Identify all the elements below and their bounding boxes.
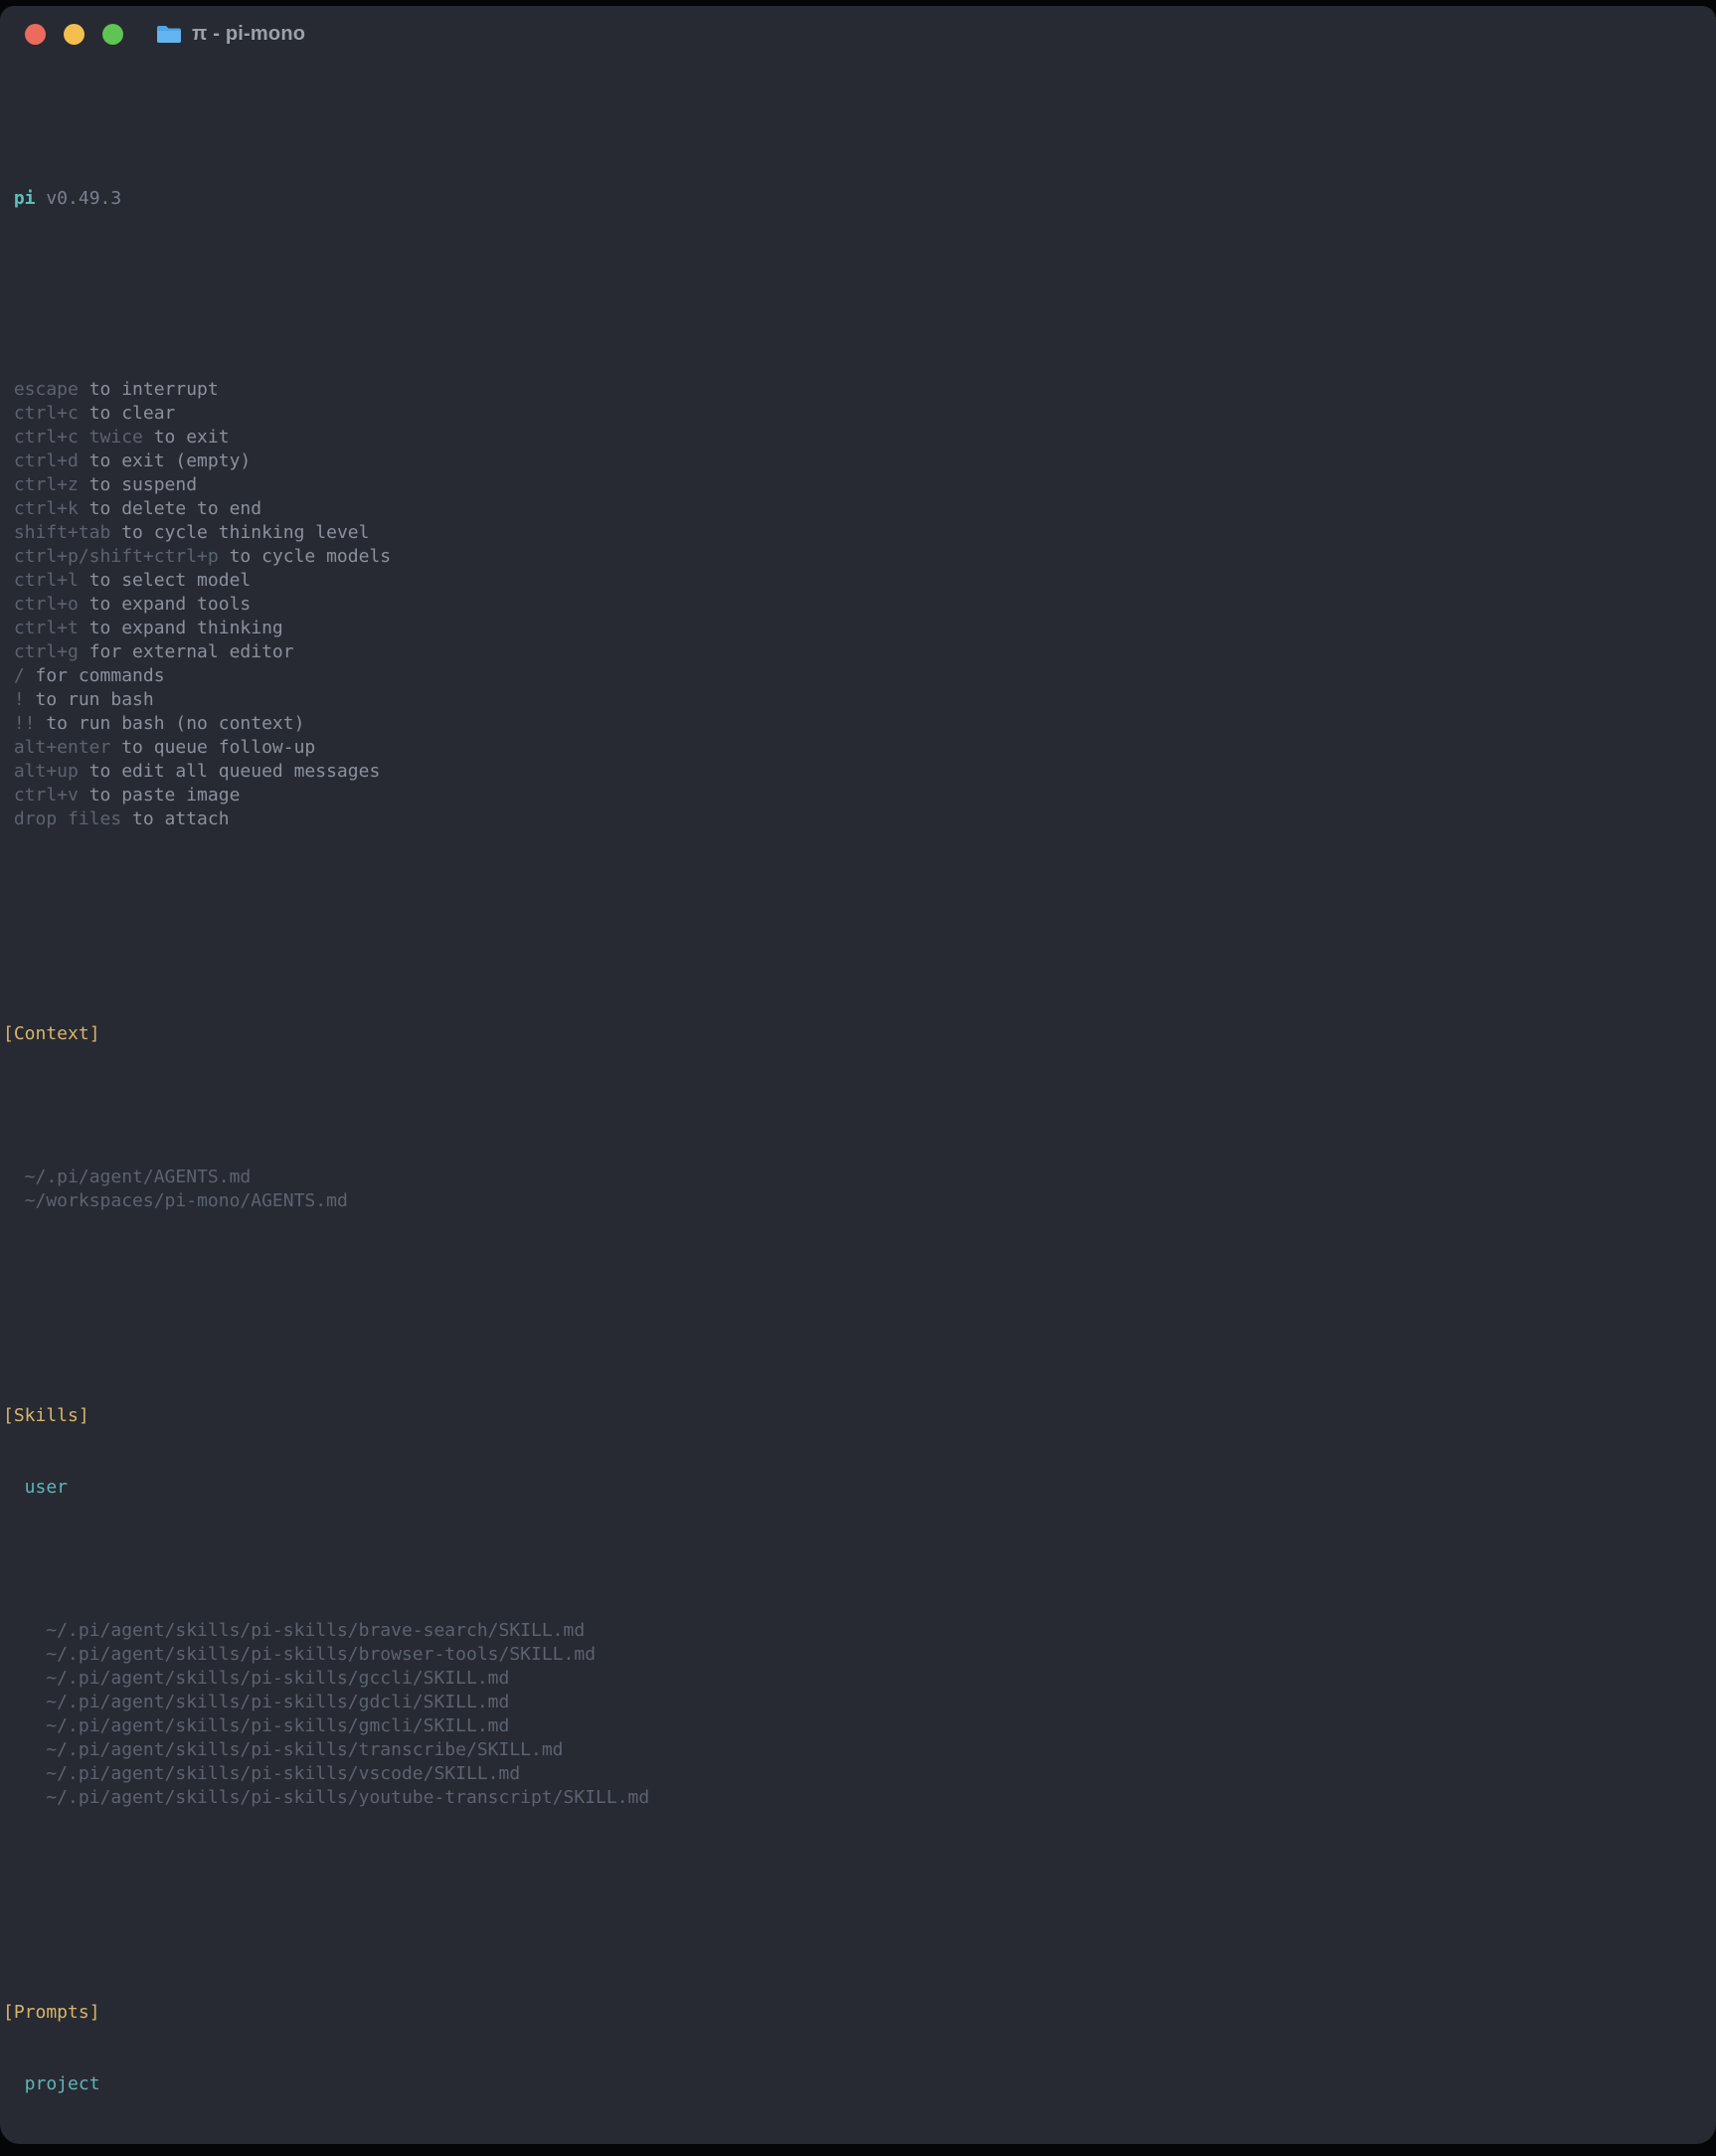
shortcut-description: to run bash — [36, 689, 154, 710]
minimize-button[interactable] — [64, 24, 85, 45]
shortcut-help-line: alt+up to edit all queued messages — [0, 760, 1716, 784]
shortcut-help-line: drop files to attach — [0, 808, 1716, 831]
shortcut-keys: ctrl+v — [14, 785, 79, 806]
skills-file-list: ~/.pi/agent/skills/pi-skills/brave-searc… — [0, 1547, 1716, 1810]
terminal-window: π - pi-mono pi v0.49.3 escape to interrupt… — [0, 6, 1716, 2144]
folder-icon — [156, 23, 182, 45]
skill-file-path: ~/.pi/agent/skills/pi-skills/brave-searc… — [0, 1619, 1716, 1643]
shortcut-description: to edit all queued messages — [89, 761, 381, 782]
shortcut-description: to delete to end — [89, 498, 261, 519]
close-button[interactable] — [25, 24, 46, 45]
shortcut-help-line: ctrl+d to exit (empty) — [0, 449, 1716, 473]
shortcut-description: to run bash (no context) — [46, 713, 304, 734]
app-version: v0.49.3 — [46, 188, 121, 209]
context-file-list: ~/.pi/agent/AGENTS.md~/workspaces/pi-mon… — [0, 1094, 1716, 1213]
shortcut-description: to cycle thinking level — [121, 522, 369, 543]
shortcut-help-list: escapeto interruptctrl+cto clearctrl+c t… — [0, 306, 1716, 831]
skill-file-path: ~/.pi/agent/skills/pi-skills/gmcli/SKILL… — [0, 1714, 1716, 1738]
skill-file-path: ~/.pi/agent/skills/pi-skills/gdcli/SKILL… — [0, 1691, 1716, 1714]
context-section-header: [Context] — [0, 1022, 1716, 1046]
skill-file-path: ~/.pi/agent/skills/pi-skills/youtube-tra… — [0, 1786, 1716, 1810]
window-titlebar: π - pi-mono — [0, 6, 1716, 62]
shortcut-help-line: ! to run bash — [0, 688, 1716, 712]
shortcut-description: to suspend — [89, 474, 197, 495]
shortcut-help-line: / for commands — [0, 664, 1716, 688]
shortcut-keys: ctrl+t — [14, 618, 79, 638]
shortcut-help-line: alt+enter to queue follow-up — [0, 736, 1716, 760]
skill-file-path: ~/.pi/agent/skills/pi-skills/vscode/SKIL… — [0, 1762, 1716, 1786]
version-line: pi v0.49.3 — [0, 187, 1716, 211]
shortcut-description: to exit (empty) — [89, 450, 252, 471]
shortcut-description: for external editor — [89, 641, 294, 662]
shortcut-description: to interrupt — [89, 379, 219, 400]
skill-file-path: ~/.pi/agent/skills/pi-skills/gccli/SKILL… — [0, 1667, 1716, 1691]
shortcut-help-line: ctrl+v to paste image — [0, 784, 1716, 808]
shortcut-description: to expand tools — [89, 594, 252, 615]
skills-section-header: [Skills] — [0, 1404, 1716, 1428]
shortcut-help-line: ctrl+k to delete to end — [0, 497, 1716, 521]
shortcut-keys: shift+tab — [14, 522, 111, 543]
shortcut-help-line: ctrl+l to select model — [0, 569, 1716, 593]
shortcut-keys: ! — [14, 689, 25, 710]
shortcut-help-line: ctrl+c twice to exit — [0, 426, 1716, 449]
shortcut-help-line: ctrl+z to suspend — [0, 473, 1716, 497]
shortcut-keys: ctrl+z — [14, 474, 79, 495]
shortcut-help-line: ctrl+o to expand tools — [0, 593, 1716, 617]
shortcut-keys: ctrl+o — [14, 594, 79, 615]
shortcut-description: to select model — [89, 570, 252, 591]
shortcut-description: to cycle models — [230, 546, 392, 567]
shortcut-keys: ctrl+g — [14, 641, 79, 662]
shortcut-description: to exit — [154, 427, 230, 448]
shortcut-keys: alt+enter — [14, 737, 111, 758]
shortcut-keys: ctrl+c — [14, 403, 79, 424]
shortcut-help-line: ctrl+g for external editor — [0, 640, 1716, 664]
shortcut-description: for commands — [36, 665, 165, 686]
prompts-section-header: [Prompts] — [0, 2001, 1716, 2025]
context-file-path: ~/.pi/agent/AGENTS.md — [0, 1166, 1716, 1189]
shortcut-keys: / — [14, 665, 25, 686]
shortcut-keys: ctrl+d — [14, 450, 79, 471]
shortcut-help-line: shift+tab to cycle thinking level — [0, 521, 1716, 545]
shortcut-description: to expand thinking — [89, 618, 283, 638]
skill-file-path: ~/.pi/agent/skills/pi-skills/browser-too… — [0, 1643, 1716, 1667]
prompts-scope-label: project — [0, 2072, 1716, 2096]
shortcut-help-line: escape to interrupt — [0, 378, 1716, 402]
shortcut-description: to paste image — [89, 785, 241, 806]
shortcut-description: to attach — [132, 808, 230, 829]
shortcut-keys: ctrl+c twice — [14, 427, 143, 448]
traffic-lights — [25, 24, 123, 45]
shortcut-help-line: ctrl+c to clear — [0, 402, 1716, 426]
shortcut-description: to clear — [89, 403, 176, 424]
shortcut-keys: alt+up — [14, 761, 79, 782]
shortcut-keys: drop files — [14, 808, 121, 829]
shortcut-help-line: ctrl+p/shift+ctrl+p to cycle models — [0, 545, 1716, 569]
context-file-path: ~/workspaces/pi-mono/AGENTS.md — [0, 1189, 1716, 1213]
shortcut-keys: escape — [14, 379, 79, 400]
shortcut-keys: ctrl+k — [14, 498, 79, 519]
zoom-button[interactable] — [102, 24, 123, 45]
shortcut-keys: ctrl+l — [14, 570, 79, 591]
shortcut-description: to queue follow-up — [121, 737, 315, 758]
shortcut-help-line: ctrl+t to expand thinking — [0, 617, 1716, 640]
shortcut-keys: ctrl+p/shift+ctrl+p — [14, 546, 219, 567]
skill-file-path: ~/.pi/agent/skills/pi-skills/transcribe/… — [0, 1738, 1716, 1762]
skills-scope-label: user — [0, 1476, 1716, 1500]
shortcut-keys: !! — [14, 713, 36, 734]
app-name: pi — [14, 188, 36, 209]
window-title: π - pi-mono — [192, 23, 305, 46]
shortcut-help-line: !! to run bash (no context) — [0, 712, 1716, 736]
